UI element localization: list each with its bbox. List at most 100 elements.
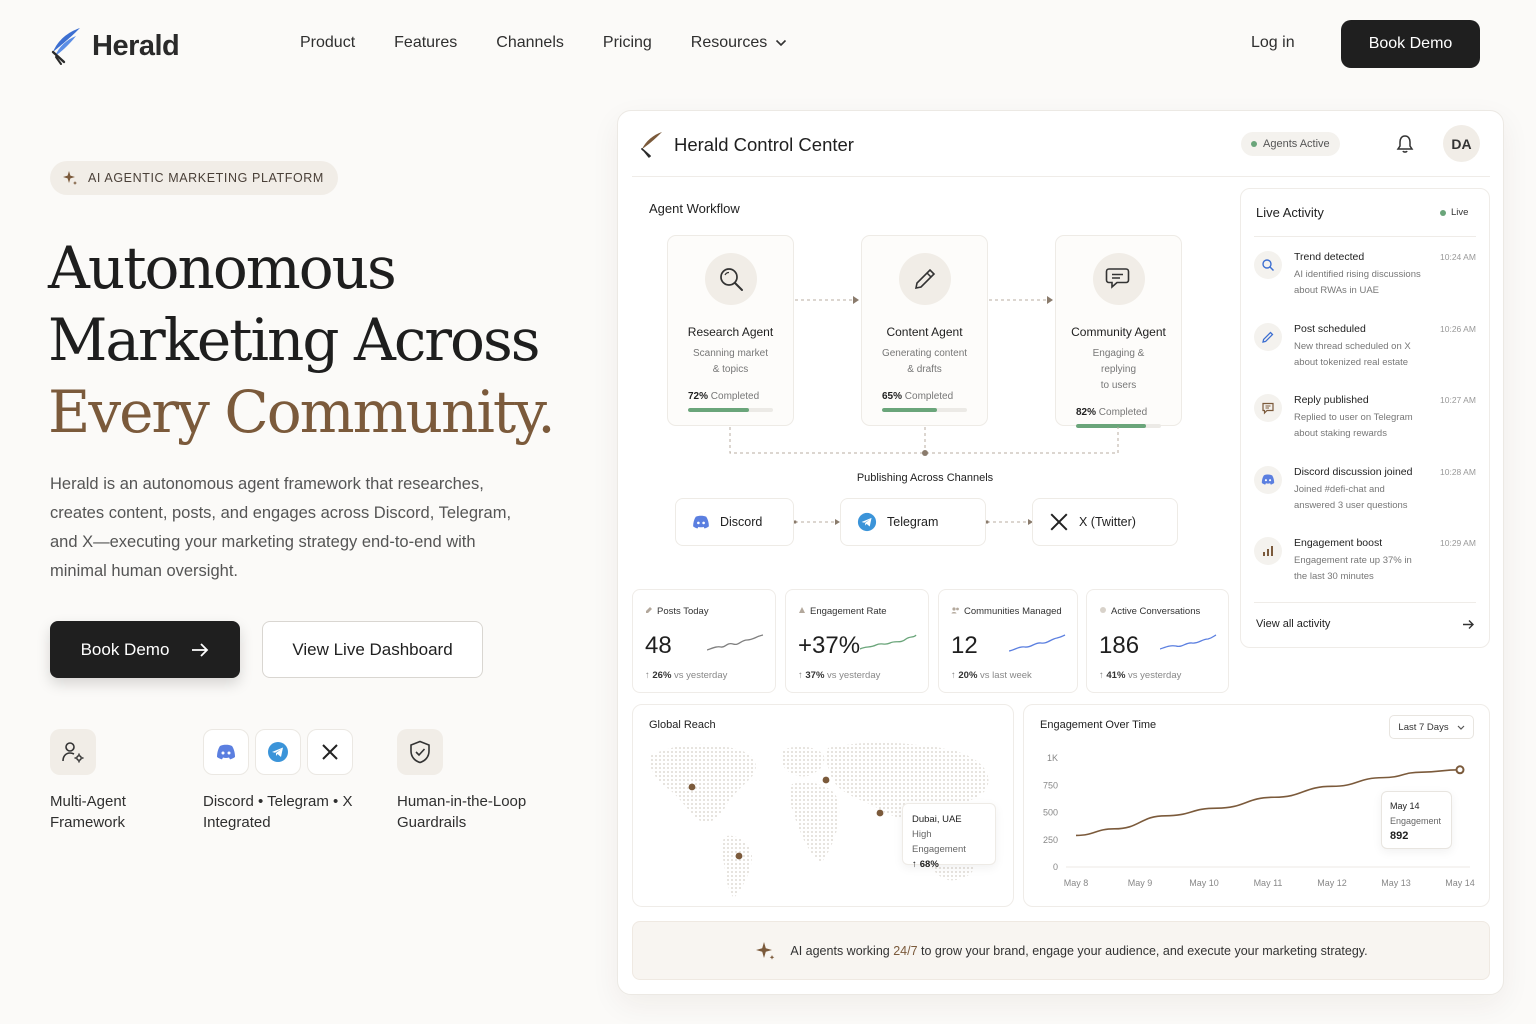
- sparkle-icon: [756, 941, 775, 960]
- nav-features[interactable]: Features: [394, 34, 457, 52]
- discord-icon: [693, 515, 709, 529]
- live-dot: [1440, 209, 1446, 216]
- activity-body: Discord discussion joined Joined #defi-ch…: [1294, 466, 1444, 514]
- hero-badge-label: AI AGENTIC MARKETING PLATFORM: [88, 171, 324, 185]
- channel-label: Telegram: [887, 515, 939, 529]
- stat-card: Engagement Rate +37% ↑ 37% vs yesterday: [785, 589, 929, 693]
- x-tick-label: May 10: [1189, 878, 1219, 888]
- nav-resources[interactable]: Resources: [691, 34, 787, 52]
- live-badge: Live: [1440, 207, 1468, 218]
- live-activity-title: Live Activity: [1256, 205, 1324, 220]
- activity-desc-line2: the last 30 minutes: [1294, 571, 1374, 582]
- activity-body: Post scheduled New thread scheduled on X a…: [1294, 323, 1444, 371]
- user-avatar[interactable]: DA: [1443, 125, 1480, 162]
- x-logo-icon: [307, 729, 353, 775]
- bar-chart-icon: [1254, 537, 1282, 565]
- engagement-point-marker: [1455, 765, 1465, 775]
- book-demo-nav-button[interactable]: Book Demo: [1341, 20, 1480, 68]
- activity-title: Discord discussion joined: [1294, 465, 1413, 478]
- chevron-down-icon: [776, 39, 787, 47]
- activity-desc: Replied to user on Telegram about staking…: [1294, 410, 1444, 442]
- banner-text-pre: AI agents working: [790, 943, 894, 958]
- nav-channels[interactable]: Channels: [496, 34, 564, 52]
- hero-badge: AI AGENTIC MARKETING PLATFORM: [50, 161, 338, 195]
- x-tick-label: May 11: [1254, 878, 1283, 888]
- activity-desc-line1: AI identified rising discussions: [1294, 269, 1421, 280]
- tooltip-label: Engagement: [1390, 816, 1442, 826]
- feature-label-line2: Framework: [50, 814, 126, 831]
- live-badge-label: Live: [1451, 207, 1469, 218]
- feature-channels: Discord • Telegram • X Integrated: [203, 729, 353, 833]
- channel-x[interactable]: X (Twitter): [1032, 498, 1178, 546]
- stat-label: Engagement Rate: [798, 606, 887, 617]
- telegram-icon: [857, 512, 877, 532]
- book-demo-button[interactable]: Book Demo: [50, 621, 240, 678]
- nav-pricing[interactable]: Pricing: [603, 34, 652, 52]
- dashboard-title: Herald Control Center: [674, 134, 854, 155]
- stat-card: Active Conversations 186 ↑ 41% vs yesterda…: [1086, 589, 1229, 693]
- login-link[interactable]: Log in: [1251, 34, 1295, 52]
- activity-desc: AI identified rising discussions about RW…: [1294, 267, 1444, 299]
- banner-text: AI agents working 24/7 to grow your bran…: [790, 944, 1367, 958]
- herald-feather-icon: [51, 28, 80, 65]
- activity-desc-line1: Replied to user on Telegram: [1294, 412, 1413, 423]
- stat-label: Posts Today: [645, 606, 709, 617]
- stat-change: ↑ 20% vs last week: [951, 670, 1032, 681]
- book-demo-label: Book Demo: [80, 639, 170, 659]
- channel-label: Discord: [720, 515, 763, 529]
- activity-desc-line1: Joined #defi-chat and: [1294, 483, 1385, 495]
- banner-text-post: to grow your brand, engage your audience…: [917, 943, 1368, 958]
- stat-change-value: 41%: [1106, 670, 1126, 681]
- chat-icon: [1254, 394, 1282, 422]
- herald-feather-icon: [641, 132, 662, 158]
- arrow-right-icon[interactable]: [1462, 619, 1475, 630]
- pencil-icon: [1254, 322, 1282, 351]
- y-tick-label: 0: [1053, 862, 1058, 872]
- y-tick-label: 1K: [1047, 753, 1058, 763]
- feature-guardrails: Human-in-the-Loop Guardrails: [397, 729, 526, 833]
- stat-change: ↑ 37% vs yesterday: [798, 670, 880, 681]
- brand-logo[interactable]: Herald: [50, 26, 180, 66]
- x-tick-label: May 12: [1317, 878, 1347, 888]
- hero-description: Herald is an autonomous agent framework …: [50, 475, 512, 580]
- activity-time: 10:24 AM: [1440, 252, 1476, 262]
- nav-product[interactable]: Product: [300, 34, 355, 52]
- activity-time: 10:26 AM: [1440, 323, 1476, 334]
- channel-discord[interactable]: Discord: [675, 498, 794, 546]
- bell-icon[interactable]: [1396, 134, 1414, 154]
- x-tick-label: May 8: [1064, 878, 1089, 888]
- activity-title: Engagement boost: [1294, 537, 1383, 549]
- workflow-connectors: [729, 296, 1119, 525]
- activity-title: Trend detected: [1294, 251, 1365, 263]
- stat-label: Communities Managed: [951, 606, 1062, 617]
- x-logo-icon: [1050, 513, 1068, 531]
- stat-value: 48: [645, 632, 672, 659]
- view-all-activity-link[interactable]: View all activity: [1256, 618, 1330, 630]
- stat-label: Active Conversations: [1099, 606, 1200, 617]
- range-select[interactable]: Last 7 Days: [1389, 715, 1474, 739]
- stat-value: 186: [1099, 632, 1140, 659]
- activity-body: Engagement boost Engagement rate up 37% i…: [1294, 537, 1444, 585]
- channel-telegram[interactable]: Telegram: [840, 498, 986, 546]
- stat-value: +37%: [798, 632, 861, 659]
- agents-status-badge: Agents Active: [1241, 132, 1340, 156]
- engagement-chart-title: Engagement Over Time: [1040, 719, 1157, 731]
- hero-title-line1: Autonomous: [48, 234, 397, 302]
- publishing-label: Publishing Across Channels: [856, 472, 994, 484]
- telegram-icon: [255, 729, 301, 775]
- feature-label-line2: Integrated: [203, 814, 271, 831]
- activity-time: 10:29 AM: [1440, 538, 1476, 548]
- feature-label-line2: Guardrails: [397, 814, 467, 831]
- stat-card: Posts Today 48 ↑ 26% vs yesterday: [632, 589, 776, 693]
- activity-desc: New thread scheduled on X about tokenized…: [1294, 339, 1444, 371]
- shield-check-icon: [397, 729, 443, 775]
- view-live-dashboard-button[interactable]: View Live Dashboard: [262, 621, 483, 678]
- feature-label-line1: Human-in-the-Loop: [397, 793, 527, 810]
- x-tick-label: May 9: [1128, 878, 1153, 888]
- y-tick-label: 500: [1043, 808, 1058, 818]
- chevron-down-icon: [1457, 725, 1465, 730]
- global-reach-title: Global Reach: [649, 719, 716, 731]
- tooltip-value: 892: [1390, 830, 1409, 842]
- y-tick-label: 750: [1043, 780, 1058, 790]
- activity-body: Reply published Replied to user on Telegr…: [1294, 394, 1444, 442]
